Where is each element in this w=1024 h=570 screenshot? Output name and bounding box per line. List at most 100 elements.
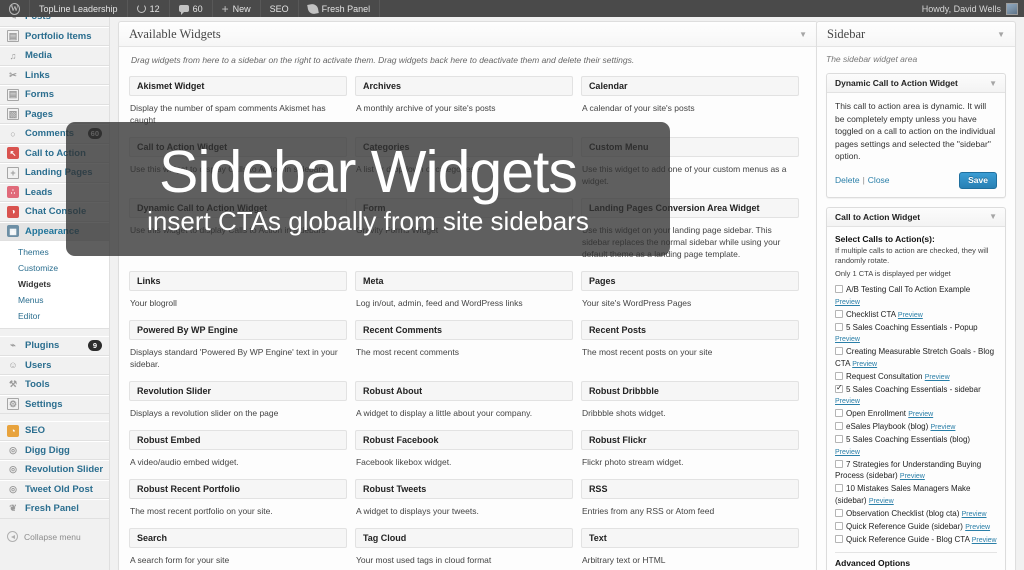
cta-option-checkbox[interactable] (835, 435, 843, 443)
sidebar-item-fresh-panel[interactable]: ❦ Fresh Panel (0, 499, 109, 519)
cta-option[interactable]: 7 Strategies for Understanding Buying Pr… (835, 459, 997, 483)
cta-option-checkbox[interactable] (835, 534, 843, 543)
preview-link[interactable]: Preview (965, 524, 990, 531)
chevron-down-icon[interactable]: ▼ (989, 79, 997, 88)
widget-card[interactable]: Calendar A calendar of your site's posts (580, 71, 807, 132)
widget-card[interactable]: Links Your blogroll (129, 266, 355, 315)
widget-card-title[interactable]: Robust Dribbble (580, 381, 799, 401)
submenu-item-menus[interactable]: Menus (0, 292, 109, 308)
widget-card-title[interactable]: Robust About (354, 381, 573, 401)
widget-card[interactable]: Meta Log in/out, admin, feed and WordPres… (354, 266, 581, 315)
sidebar-item-media[interactable]: ♫ Media (0, 46, 109, 66)
widget-card[interactable]: Tag Cloud Your most used tags in cloud fo… (354, 523, 581, 570)
cta-option[interactable]: 10 Mistakes Sales Managers Make (sidebar… (835, 483, 997, 507)
sidebar-item-landing-pages[interactable]: + Landing Pages (0, 163, 109, 183)
sidebar-item-appearance[interactable]: ▦ Appearance (0, 221, 109, 241)
widget-card-title[interactable]: RSS (580, 479, 799, 499)
preview-link[interactable]: Preview (925, 374, 950, 381)
widget-card[interactable]: Robust Flickr Flickr photo stream widget. (580, 425, 807, 474)
preview-link[interactable]: Preview (835, 398, 860, 405)
sidebar-item-pages[interactable]: ▧ Pages (0, 104, 109, 124)
cta-option-checkbox[interactable] (835, 409, 843, 417)
widget-card[interactable]: Dynamic Call to Action Widget Use this wi… (129, 193, 355, 266)
widget-card[interactable]: Search A search form for your site (129, 523, 355, 570)
preview-link[interactable]: Preview (962, 511, 987, 518)
widget-card-title[interactable]: Akismet Widget (129, 76, 347, 96)
cta-option[interactable]: 5 Sales Coaching Essentials (blog) Previ… (835, 434, 997, 458)
sidebar-panel-header[interactable]: Sidebar ▼ (817, 22, 1015, 47)
seo-button[interactable]: SEO (261, 0, 299, 17)
cta-option-checkbox[interactable] (835, 371, 843, 380)
widget-card-title[interactable]: Robust Embed (129, 430, 347, 450)
cta-option[interactable]: A/B Testing Call To Action Example Previ… (835, 284, 997, 308)
cta-option-checkbox[interactable] (835, 508, 843, 517)
collapse-menu-button[interactable]: Collapse menu (0, 527, 109, 547)
widget-card[interactable]: Recent Posts The most recent posts on you… (580, 315, 807, 376)
submenu-item-editor[interactable]: Editor (0, 308, 109, 324)
new-content-button[interactable]: + New (213, 0, 261, 17)
widget-card[interactable]: Pages Your site's WordPress Pages (580, 266, 807, 315)
save-button[interactable]: Save (959, 171, 997, 189)
submenu-item-widgets[interactable]: Widgets (0, 276, 109, 292)
widget-card[interactable]: Recent Comments The most recent comments (354, 315, 581, 376)
preview-link[interactable]: Preview (835, 299, 860, 306)
widget-card[interactable]: Form Gravity Forms Widget (354, 193, 581, 266)
widget-card-title[interactable]: Form (354, 198, 573, 218)
cta-option[interactable]: Checklist CTA Preview (835, 309, 997, 322)
sidebar-item-comments[interactable]: ○ Comments 60 (0, 124, 109, 144)
widget-card-title[interactable]: Categories (354, 137, 573, 157)
widget-card-title[interactable]: Pages (580, 271, 799, 291)
sidebar-item-links[interactable]: ✂ Links (0, 65, 109, 85)
sidebar-item-settings[interactable]: ⚙ Settings (0, 394, 109, 414)
sidebar-item-portfolio-items[interactable]: ▤ Portfolio Items (0, 26, 109, 46)
chevron-down-icon[interactable]: ▼ (799, 30, 807, 39)
cta-option[interactable]: 5 Sales Coaching Essentials - sidebar Pr… (835, 383, 997, 408)
preview-link[interactable]: Preview (931, 424, 956, 431)
cta-option[interactable]: Open Enrollment Preview (835, 408, 997, 421)
widget-card-title[interactable]: Call to Action Widget (129, 137, 347, 157)
widget-card-title[interactable]: Links (129, 271, 347, 291)
widget-card-title[interactable]: Recent Comments (354, 320, 573, 340)
my-account-menu[interactable]: Howdy, David Wells (922, 2, 1024, 15)
cta-option-checkbox[interactable] (835, 521, 843, 530)
chevron-down-icon[interactable]: ▼ (989, 212, 997, 221)
close-link[interactable]: Close (868, 175, 890, 185)
widget-card-title[interactable]: Calendar (580, 76, 799, 96)
cta-widget-header[interactable]: Call to Action Widget ▼ (827, 207, 1005, 227)
preview-link[interactable]: Preview (972, 537, 997, 544)
sidebar-item-revolution-slider[interactable]: ◎ Revolution Slider (0, 460, 109, 480)
widget-card-title[interactable]: Robust Tweets (354, 479, 573, 499)
widget-card[interactable]: Robust Facebook Facebook likebox widget. (354, 425, 581, 474)
widget-card-title[interactable]: Powered By WP Engine (129, 320, 347, 340)
site-name-button[interactable]: TopLine Leadership (30, 0, 128, 17)
widget-card-title[interactable]: Robust Facebook (354, 430, 573, 450)
widget-card[interactable]: Robust Tweets A widget to displays your t… (354, 474, 581, 523)
submenu-item-themes[interactable]: Themes (0, 244, 109, 260)
widget-card[interactable]: Call to Action Widget Use this widget to … (129, 132, 355, 193)
cta-option-checkbox[interactable] (835, 322, 843, 331)
cta-option-checkbox[interactable] (835, 484, 843, 492)
cta-option[interactable]: Observation Checklist (blog cta) Preview (835, 508, 997, 521)
widget-card-title[interactable]: Robust Flickr (580, 430, 799, 450)
widget-card-title[interactable]: Text (580, 528, 799, 548)
updates-button[interactable]: 12 (128, 0, 170, 17)
widget-card[interactable]: Text Arbitrary text or HTML (580, 523, 807, 570)
widget-card[interactable]: Akismet Widget Display the number of spam… (129, 71, 355, 132)
wp-logo-button[interactable]: W (0, 0, 30, 17)
delete-link[interactable]: Delete (835, 175, 860, 185)
widget-card[interactable]: RSS Entries from any RSS or Atom feed (580, 474, 807, 523)
widget-card-title[interactable]: Archives (354, 76, 573, 96)
sidebar-item-tools[interactable]: ⚒ Tools (0, 375, 109, 395)
dynamic-cta-widget-header[interactable]: Dynamic Call to Action Widget ▼ (827, 74, 1005, 93)
chevron-down-icon[interactable]: ▼ (997, 30, 1005, 39)
sidebar-item-digg-digg[interactable]: ◎ Digg Digg (0, 440, 109, 460)
cta-option-checkbox[interactable] (835, 285, 843, 293)
widget-card-title[interactable]: Landing Pages Conversion Area Widget (580, 198, 799, 218)
sidebar-item-call-to-action[interactable]: ↖ Call to Action (0, 143, 109, 163)
widget-card[interactable]: Landing Pages Conversion Area Widget Use … (580, 193, 807, 266)
preview-link[interactable]: Preview (835, 336, 860, 343)
widget-card[interactable]: Revolution Slider Displays a revolution s… (129, 376, 355, 425)
sidebar-item-seo[interactable]: ◔ SEO (0, 421, 109, 441)
preview-link[interactable]: Preview (835, 449, 860, 456)
sidebar-item-tweet-old-post[interactable]: ◎ Tweet Old Post (0, 479, 109, 499)
